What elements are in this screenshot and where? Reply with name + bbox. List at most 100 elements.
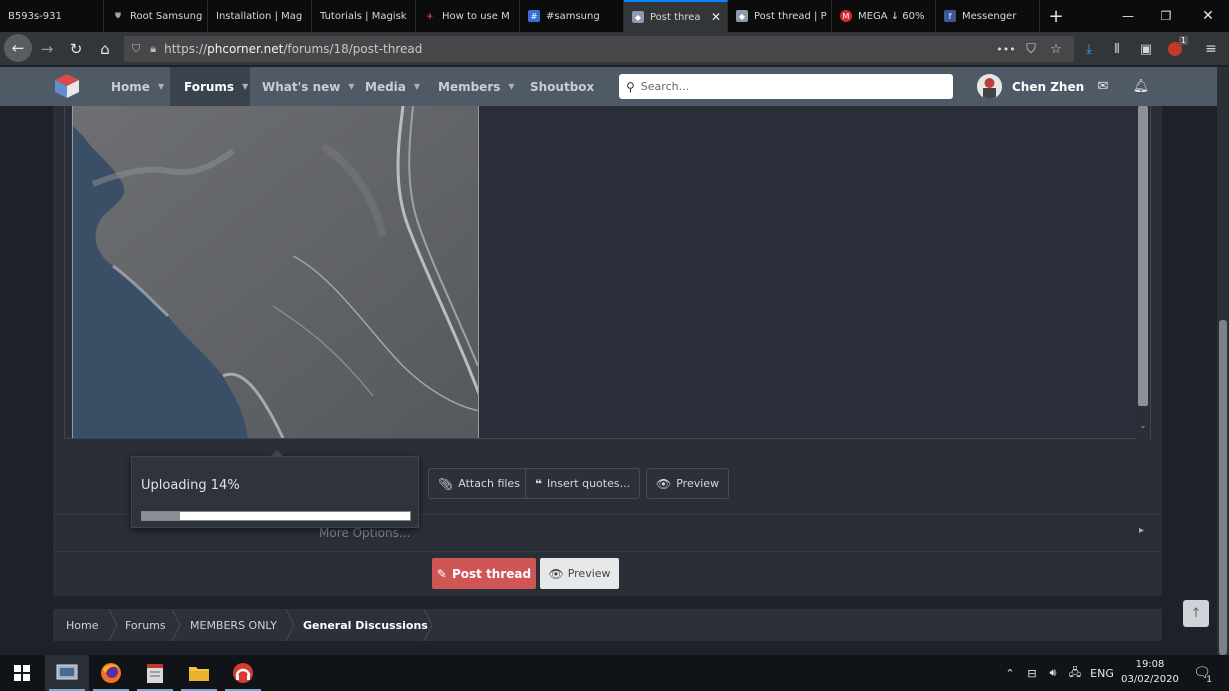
- headset-app-icon[interactable]: [221, 655, 265, 691]
- chevron-down-icon[interactable]: ▼: [348, 82, 354, 91]
- pocket-icon[interactable]: ⛉: [1020, 38, 1042, 60]
- restore-icon[interactable]: ❐: [1146, 0, 1186, 32]
- browser-tab[interactable]: f Messenger: [936, 0, 1040, 32]
- browser-tab[interactable]: ✈ How to use M: [416, 0, 520, 32]
- nav-forums[interactable]: Forums ▼: [170, 67, 250, 106]
- hamburger-menu-icon[interactable]: ≡: [1200, 38, 1222, 60]
- library-icon[interactable]: ⫴: [1106, 38, 1128, 60]
- tab-label: #samsung: [546, 10, 600, 22]
- volume-icon[interactable]: 🔊︎: [1043, 655, 1063, 691]
- url-bar[interactable]: ⛉ 🔒︎ https://phcorner.net/forums/18/post…: [124, 36, 1074, 62]
- tab-label: Messenger: [962, 10, 1017, 22]
- download-icon[interactable]: ⤓: [1078, 38, 1100, 60]
- notification-count: 1: [1206, 675, 1212, 685]
- forward-arrow-icon[interactable]: →: [34, 36, 60, 62]
- browser-tab[interactable]: Tutorials | Magisk: [312, 0, 416, 32]
- post-thread-button[interactable]: ✎ Post thread: [432, 558, 536, 589]
- tab-label: Root Samsung: [130, 10, 203, 22]
- browser-tab[interactable]: ⛊ Root Samsung: [104, 0, 208, 32]
- scroll-to-top-button[interactable]: ↑: [1183, 600, 1209, 627]
- instagram-icon: #: [528, 10, 540, 22]
- browser-tab[interactable]: Installation | Mag: [208, 0, 312, 32]
- close-window-icon[interactable]: ✕: [1188, 0, 1228, 32]
- page-actions-menu[interactable]: •••: [995, 38, 1017, 60]
- clock[interactable]: 19:08 03/02/2020: [1118, 657, 1182, 687]
- reload-icon[interactable]: ↻: [63, 36, 89, 62]
- insert-quotes-button[interactable]: ❝ Insert quotes...: [525, 468, 641, 499]
- page-scrollbar[interactable]: [1217, 67, 1229, 655]
- chevron-right-icon[interactable]: ▸: [1139, 525, 1144, 536]
- search-icon: ⚲: [626, 79, 635, 94]
- minimize-icon[interactable]: —: [1108, 0, 1148, 32]
- sidebar-icon[interactable]: ▣: [1135, 38, 1157, 60]
- nav-whats-new[interactable]: What's new ▼: [262, 67, 355, 106]
- home-icon[interactable]: ⌂: [92, 36, 118, 62]
- preview-button[interactable]: 👁︎ Preview: [540, 558, 619, 589]
- browser-tab[interactable]: ◆ Post thread | P: [728, 0, 832, 32]
- avatar[interactable]: [977, 74, 1002, 99]
- facebook-icon: f: [944, 10, 956, 22]
- taskbar-app-icon[interactable]: [45, 655, 89, 691]
- envelope-icon[interactable]: ✉: [1094, 77, 1112, 95]
- nav-shoutbox[interactable]: Shoutbox: [530, 67, 594, 106]
- browser-tab[interactable]: # #samsung: [520, 0, 624, 32]
- chevron-down-icon[interactable]: ▼: [508, 82, 514, 91]
- chevron-up-icon[interactable]: ⌃: [1000, 655, 1020, 691]
- browser-tab-active[interactable]: ◆ Post threa ✕: [624, 0, 728, 32]
- back-arrow-icon[interactable]: ←: [4, 34, 32, 62]
- nav-media[interactable]: Media ▼: [365, 67, 420, 106]
- phcorner-logo[interactable]: [54, 73, 80, 99]
- chevron-down-icon[interactable]: ▼: [414, 82, 420, 91]
- lock-icon[interactable]: 🔒︎: [150, 42, 156, 56]
- windows-start-icon[interactable]: [0, 655, 44, 691]
- tab-label: MEGA ↓ 60%: [858, 10, 925, 22]
- phcorner-icon: ◆: [632, 11, 644, 23]
- upload-status: Uploading 14%: [141, 478, 240, 493]
- eye-icon: 👁︎: [656, 476, 672, 491]
- language-indicator[interactable]: ENG: [1089, 655, 1115, 691]
- breadcrumb-separator-icon: [171, 609, 181, 641]
- shield-icon[interactable]: ⛉: [132, 42, 140, 56]
- eye-icon: 👁︎: [548, 566, 564, 581]
- browser-tab-bar: B593s-931 ⛊ Root Samsung Installation | …: [0, 0, 1229, 32]
- breadcrumb-separator-icon: [423, 609, 433, 641]
- extension-icon[interactable]: 1: [1164, 36, 1188, 60]
- bookmark-star-icon[interactable]: ☆: [1045, 38, 1067, 60]
- breadcrumb-separator-icon: [285, 609, 295, 641]
- breadcrumb-general-discussions[interactable]: General Discussions: [303, 609, 428, 641]
- browser-tab[interactable]: B593s-931: [0, 0, 104, 32]
- usb-icon[interactable]: ⊟: [1022, 655, 1042, 691]
- quote-icon: ❝: [535, 476, 543, 491]
- tab-label: How to use M: [442, 10, 510, 22]
- bell-icon[interactable]: 🔔︎: [1132, 77, 1150, 95]
- breadcrumb-forums[interactable]: Forums: [125, 609, 166, 641]
- nav-members[interactable]: Members ▼: [438, 67, 515, 106]
- search-input[interactable]: ⚲ Search...: [619, 74, 953, 99]
- username[interactable]: Chen Zhen: [1012, 67, 1084, 106]
- arrow-up-icon: ↑: [1190, 606, 1202, 621]
- more-options-label[interactable]: More Options...: [319, 526, 410, 540]
- preview-toolbar-button[interactable]: 👁︎ Preview: [646, 468, 730, 499]
- page-scrollbar-thumb[interactable]: [1219, 320, 1227, 655]
- xda-icon: ✈: [426, 11, 434, 21]
- editor-scrollbar-thumb[interactable]: [1138, 106, 1148, 406]
- chevron-down-icon[interactable]: ▼: [158, 82, 164, 91]
- breadcrumb-home[interactable]: Home: [66, 609, 98, 641]
- browser-tab[interactable]: M MEGA ↓ 60%: [832, 0, 936, 32]
- notepad-app-icon[interactable]: [133, 655, 177, 691]
- chevron-down-icon[interactable]: ▼: [242, 82, 248, 91]
- file-explorer-icon[interactable]: [177, 655, 221, 691]
- breadcrumb-members-only[interactable]: MEMBERS ONLY: [190, 609, 277, 641]
- nav-home[interactable]: Home ▼: [111, 67, 164, 106]
- close-tab-icon[interactable]: ✕: [711, 10, 721, 24]
- embedded-aerial-image[interactable]: [72, 106, 479, 438]
- new-tab-button[interactable]: +: [1036, 0, 1076, 32]
- attach-files-button[interactable]: 📎︎ Attach files: [428, 468, 530, 499]
- network-icon[interactable]: 🖧︎: [1065, 655, 1085, 691]
- editor-scrollbar[interactable]: ⌄: [1136, 106, 1150, 439]
- tab-label: Tutorials | Magisk: [320, 10, 407, 22]
- chevron-down-icon[interactable]: ⌄: [1137, 421, 1149, 435]
- breadcrumb: Home Forums MEMBERS ONLY General Discuss…: [53, 609, 1162, 641]
- notification-center-icon[interactable]: 🗨︎ 1: [1190, 655, 1214, 691]
- firefox-icon[interactable]: [89, 655, 133, 691]
